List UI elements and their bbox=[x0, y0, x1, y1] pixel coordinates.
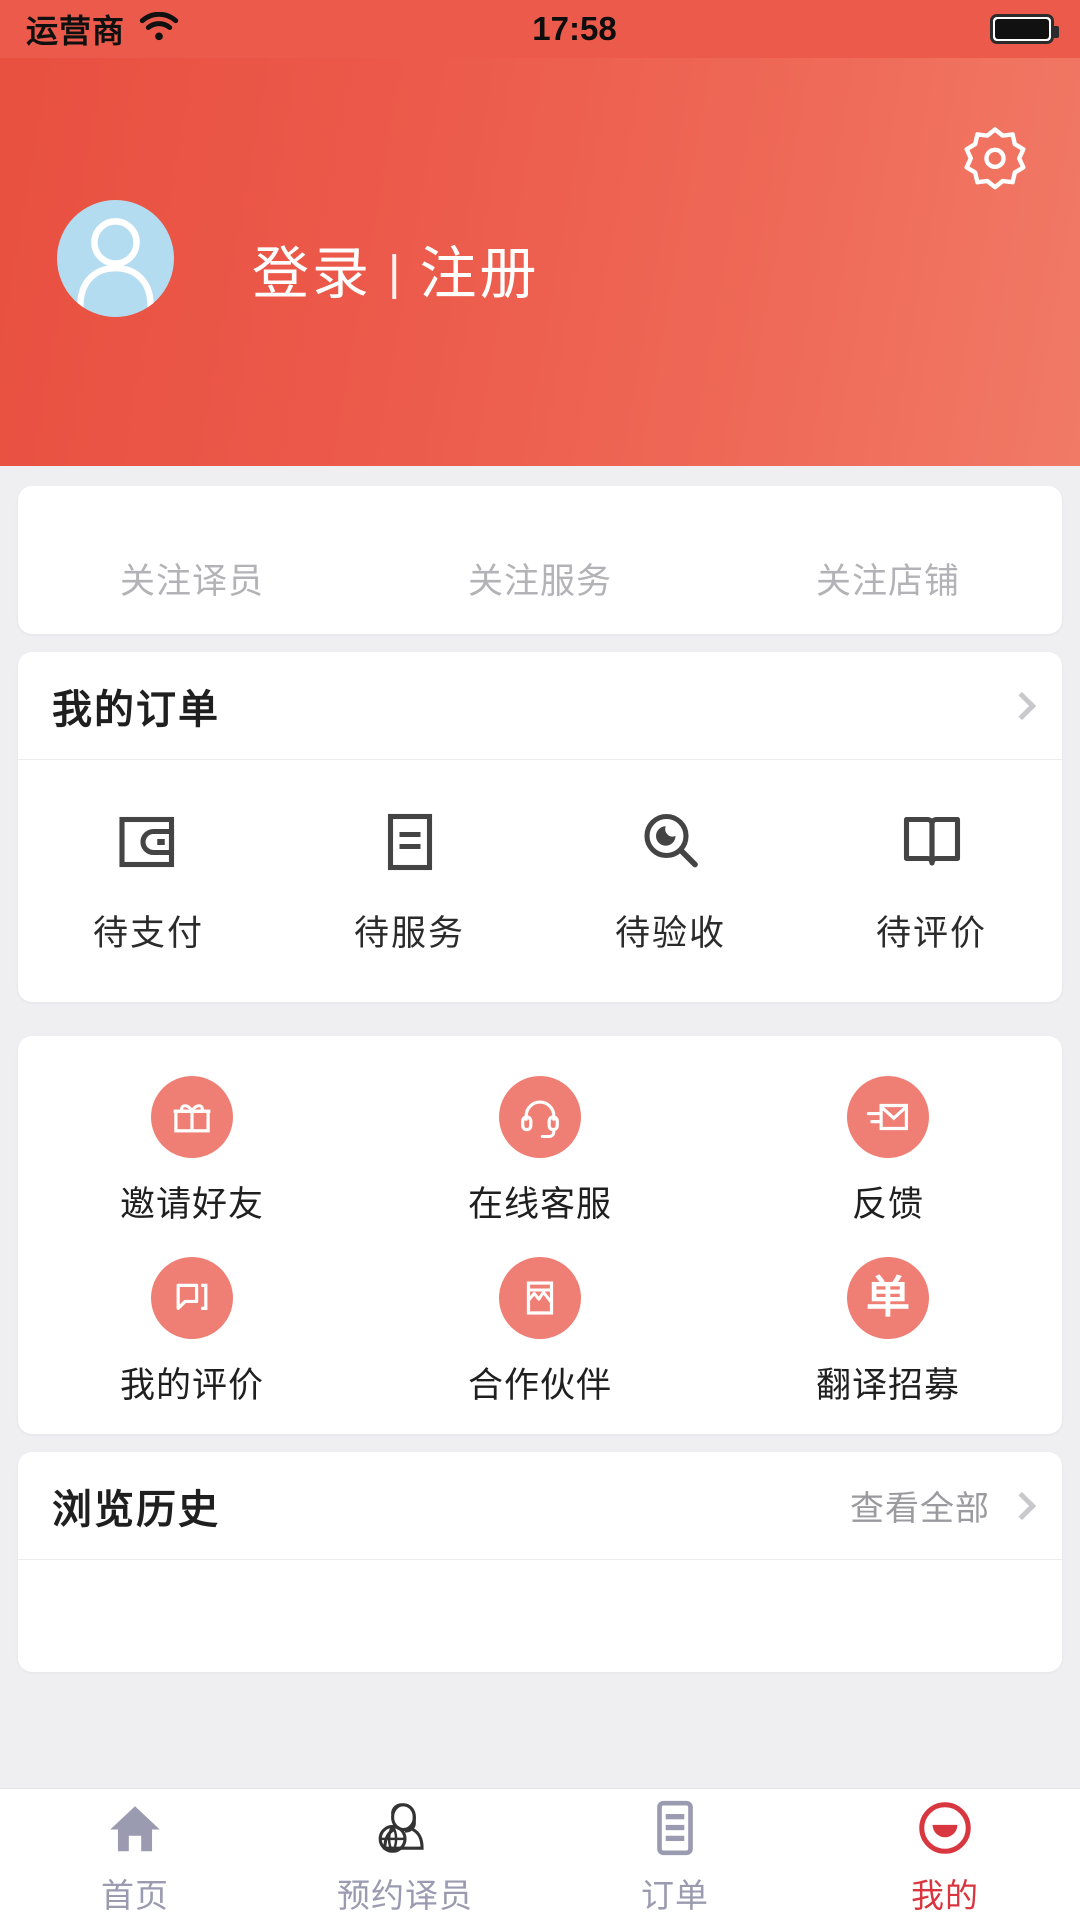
tab-label: 我的 bbox=[911, 1876, 979, 1914]
tab-label: 首页 bbox=[101, 1876, 169, 1914]
shortcut-label: 合作伙伴 bbox=[467, 1366, 612, 1405]
user-avatar-icon bbox=[57, 200, 174, 317]
shortcut-online-support[interactable]: 在线客服 bbox=[366, 1062, 714, 1243]
shortcut-label: 邀请好友 bbox=[119, 1185, 264, 1224]
view-all-link[interactable]: 查看全部 bbox=[850, 1481, 990, 1530]
tab-label: 订单 bbox=[641, 1876, 709, 1914]
profile-header: 登录 | 注册 bbox=[0, 0, 1080, 466]
order-status-pending-service[interactable]: 待服务 bbox=[279, 806, 540, 956]
order-status-label: 待评价 bbox=[875, 914, 987, 953]
history-card: 浏览历史 查看全部 bbox=[18, 1452, 1062, 1672]
shortcut-translator-recruitment[interactable]: 单 翻译招募 bbox=[714, 1243, 1062, 1424]
order-status-pending-payment[interactable]: 待支付 bbox=[18, 806, 279, 956]
tab-book-interpreter[interactable]: 预约译员 bbox=[270, 1789, 540, 1920]
home-icon bbox=[104, 1793, 166, 1859]
status-right bbox=[990, 14, 1059, 44]
tab-orders[interactable]: 订单 bbox=[540, 1789, 810, 1920]
order-status-label: 待服务 bbox=[353, 914, 465, 953]
status-left: 运营商 bbox=[26, 6, 179, 52]
browsing-history-title: 浏览历史 bbox=[52, 1487, 220, 1532]
separator-label: | bbox=[388, 247, 404, 300]
dan-character-icon: 单 bbox=[846, 1257, 929, 1339]
shortcut-my-reviews[interactable]: 我的评价 bbox=[18, 1243, 366, 1424]
headset-icon bbox=[498, 1076, 581, 1158]
my-orders-header[interactable]: 我的订单 bbox=[18, 652, 1062, 760]
tab-label: 预约译员 bbox=[337, 1876, 473, 1914]
follow-label: 关注服务 bbox=[467, 562, 612, 601]
login-label: 登录 bbox=[252, 242, 372, 306]
order-status-label: 待验收 bbox=[614, 914, 726, 953]
carrier-label: 运营商 bbox=[26, 13, 126, 49]
order-list-icon bbox=[644, 1793, 706, 1859]
chevron-right-icon bbox=[1007, 1491, 1037, 1520]
app-root: 登录 | 注册 运营商 17:58 关注译员 关注服务 关注店铺 我的订单 待支… bbox=[0, 0, 1080, 1920]
follow-label: 关注店铺 bbox=[815, 562, 960, 601]
picture-icon bbox=[498, 1257, 581, 1339]
envelope-send-icon bbox=[846, 1076, 929, 1158]
document-lines-icon bbox=[374, 806, 446, 883]
follow-label: 关注译员 bbox=[119, 562, 264, 601]
gear-icon bbox=[962, 126, 1028, 197]
shortcut-label: 在线客服 bbox=[467, 1185, 612, 1224]
status-bar: 运营商 17:58 bbox=[0, 0, 1080, 58]
tab-profile[interactable]: 我的 bbox=[810, 1789, 1080, 1920]
tab-home[interactable]: 首页 bbox=[0, 1789, 270, 1920]
interpreter-icon bbox=[374, 1793, 436, 1859]
follow-item-services[interactable]: 关注服务 bbox=[366, 553, 714, 604]
login-register-link[interactable]: 登录 | 注册 bbox=[252, 228, 539, 310]
order-status-label: 待支付 bbox=[92, 914, 204, 953]
wallet-icon bbox=[113, 806, 185, 883]
follow-item-shops[interactable]: 关注店铺 bbox=[714, 553, 1062, 604]
order-status-pending-review[interactable]: 待评价 bbox=[801, 806, 1062, 956]
chevron-right-icon bbox=[1007, 691, 1037, 720]
avatar[interactable] bbox=[57, 200, 174, 317]
clock-label: 17:58 bbox=[532, 10, 617, 47]
magnifier-eye-icon bbox=[635, 806, 707, 883]
shortcut-label: 翻译招募 bbox=[815, 1366, 960, 1405]
order-status-pending-acceptance[interactable]: 待验收 bbox=[540, 806, 801, 956]
open-book-icon bbox=[896, 806, 968, 883]
browsing-history-header[interactable]: 浏览历史 查看全部 bbox=[18, 1452, 1062, 1560]
settings-button[interactable] bbox=[962, 126, 1028, 197]
shortcut-feedback[interactable]: 反馈 bbox=[714, 1062, 1062, 1243]
battery-icon bbox=[990, 14, 1059, 44]
follow-card: 关注译员 关注服务 关注店铺 bbox=[18, 486, 1062, 634]
my-orders-title: 我的订单 bbox=[52, 687, 220, 732]
shortcuts-card: 邀请好友 在线客服 反馈 我的评价 合作伙伴 单 翻译招募 bbox=[18, 1036, 1062, 1434]
chat-bubble-icon bbox=[150, 1257, 233, 1339]
browsing-history-list bbox=[18, 1560, 1062, 1670]
profile-circle-icon bbox=[914, 1793, 976, 1859]
orders-card: 我的订单 待支付 待服务 待验收 待评价 bbox=[18, 652, 1062, 1002]
shortcut-invite-friends[interactable]: 邀请好友 bbox=[18, 1062, 366, 1243]
register-label: 注册 bbox=[419, 242, 540, 306]
shortcut-label: 反馈 bbox=[851, 1185, 924, 1224]
bottom-nav: 首页 预约译员 订单 我的 bbox=[0, 1788, 1080, 1920]
shortcut-label: 我的评价 bbox=[119, 1366, 264, 1405]
follow-item-translators[interactable]: 关注译员 bbox=[18, 553, 366, 604]
shortcut-partners[interactable]: 合作伙伴 bbox=[366, 1243, 714, 1424]
gift-icon bbox=[150, 1076, 233, 1158]
